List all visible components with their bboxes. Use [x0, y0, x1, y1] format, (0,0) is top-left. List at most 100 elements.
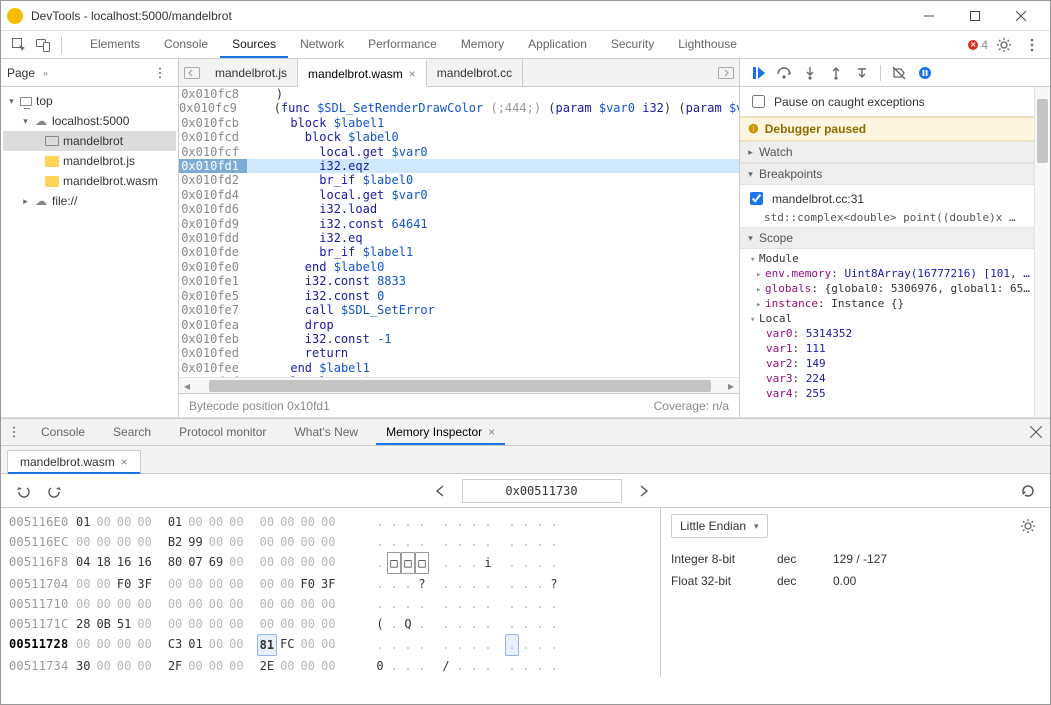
- scope-globals[interactable]: ▸globals: {global0: 5306976, global1: 65…: [740, 281, 1050, 296]
- close-icon[interactable]: ×: [488, 425, 495, 439]
- memory-hex-view[interactable]: 005116E0010000000100000000000000........…: [1, 508, 660, 677]
- memory-file-tab[interactable]: mandelbrot.wasm ×: [7, 450, 141, 473]
- tree-file-wasm[interactable]: mandelbrot.wasm: [3, 171, 176, 191]
- scope-section-header[interactable]: ▾Scope: [740, 227, 1050, 249]
- tree-file-mandelbrot[interactable]: mandelbrot: [3, 131, 176, 151]
- source-line[interactable]: 0x010feb i32.const -1: [179, 332, 739, 346]
- source-line[interactable]: 0x010fee end $label1: [179, 361, 739, 375]
- source-line[interactable]: 0x010fe5 i32.const 0: [179, 289, 739, 303]
- step-out-button[interactable]: [824, 61, 848, 85]
- drawer-tab[interactable]: What's New: [280, 419, 372, 445]
- history-back-button[interactable]: [179, 59, 205, 86]
- source-line[interactable]: 0x010fd1 i32.eqz: [179, 159, 739, 173]
- deactivate-breakpoints-button[interactable]: [887, 61, 911, 85]
- main-tab-application[interactable]: Application: [516, 31, 599, 58]
- close-icon[interactable]: ×: [121, 455, 128, 469]
- error-count-badge[interactable]: ✕ 4: [968, 38, 988, 52]
- hex-row[interactable]: 005117040000F03F000000000000F03F...?....…: [9, 574, 650, 594]
- drawer-close-button[interactable]: [1022, 419, 1050, 445]
- scope-local-var[interactable]: var3: 224: [740, 371, 1050, 386]
- main-tab-security[interactable]: Security: [599, 31, 666, 58]
- file-tab[interactable]: mandelbrot.cc: [427, 59, 523, 86]
- main-tab-elements[interactable]: Elements: [78, 31, 152, 58]
- scope-instance[interactable]: ▸instance: Instance {}: [740, 296, 1050, 311]
- breakpoints-section-header[interactable]: ▾Breakpoints: [740, 163, 1050, 185]
- source-line[interactable]: 0x010fe0 end $label0: [179, 260, 739, 274]
- memory-settings-button[interactable]: [1016, 514, 1040, 538]
- source-line[interactable]: 0x010fde br_if $label1: [179, 245, 739, 259]
- address-prev-button[interactable]: [428, 479, 452, 503]
- tree-file-js[interactable]: mandelbrot.js: [3, 151, 176, 171]
- step-over-button[interactable]: [772, 61, 796, 85]
- hex-row[interactable]: 0051171C280B51000000000000000000(.Q.....…: [9, 614, 650, 634]
- watch-section-header[interactable]: ▸Watch: [740, 141, 1050, 163]
- drawer-tab[interactable]: Memory Inspector ×: [372, 419, 509, 445]
- source-line[interactable]: 0x010fd4 local.get $var0: [179, 188, 739, 202]
- scope-local-var[interactable]: var0: 5314352: [740, 326, 1050, 341]
- close-icon[interactable]: ×: [409, 67, 416, 81]
- hex-row[interactable]: 00511734300000002F0000002E0000000.../...…: [9, 656, 650, 676]
- vertical-scrollbar[interactable]: [1034, 87, 1050, 417]
- main-tab-lighthouse[interactable]: Lighthouse: [666, 31, 749, 58]
- source-line[interactable]: 0x010fed return: [179, 346, 739, 360]
- source-line[interactable]: 0x010fc8 ): [179, 87, 739, 101]
- scope-local-var[interactable]: var1: 111: [740, 341, 1050, 356]
- navigator-more-button[interactable]: [148, 61, 172, 85]
- history-forward-button[interactable]: [713, 59, 739, 86]
- endianness-selector[interactable]: Little Endian ▾: [671, 514, 768, 538]
- breakpoint-checkbox[interactable]: [750, 192, 763, 205]
- source-line[interactable]: 0x010fd9 i32.const 64641: [179, 217, 739, 231]
- source-line[interactable]: 0x010fe7 call $SDL_SetError: [179, 303, 739, 317]
- scroll-right-button[interactable]: ▸: [723, 378, 739, 394]
- main-tab-performance[interactable]: Performance: [356, 31, 449, 58]
- scrollbar-thumb[interactable]: [209, 380, 711, 392]
- hex-row[interactable]: 005116E0010000000100000000000000........…: [9, 512, 650, 532]
- file-tab[interactable]: mandelbrot.js: [205, 59, 298, 86]
- drawer-more-button[interactable]: [1, 419, 27, 445]
- tree-origin[interactable]: ▾ ☁ localhost:5000: [3, 111, 176, 131]
- undo-button[interactable]: [11, 479, 35, 503]
- source-line[interactable]: 0x010fe1 i32.const 8833: [179, 274, 739, 288]
- more-menu-button[interactable]: [1020, 33, 1044, 57]
- main-tab-network[interactable]: Network: [288, 31, 356, 58]
- source-line[interactable]: 0x010fd2 br_if $label0: [179, 173, 739, 187]
- scope-env-memory[interactable]: ▸env.memory: Uint8Array(16777216) [101, …: [740, 266, 1050, 281]
- file-tab[interactable]: mandelbrot.wasm×: [298, 59, 427, 87]
- window-maximize-button[interactable]: [952, 1, 998, 31]
- drawer-tab[interactable]: Console: [27, 419, 99, 445]
- scope-module-row[interactable]: ▾Module: [740, 251, 1050, 266]
- source-line[interactable]: 0x010fea drop: [179, 318, 739, 332]
- pause-on-caught-checkbox[interactable]: [752, 95, 765, 108]
- window-minimize-button[interactable]: [906, 1, 952, 31]
- scrollbar-thumb[interactable]: [1037, 99, 1048, 163]
- scope-local-var[interactable]: var4: 255: [740, 386, 1050, 401]
- pause-on-exceptions-button[interactable]: [913, 61, 937, 85]
- hex-row[interactable]: 005116EC00000000B299000000000000........…: [9, 532, 650, 552]
- device-toolbar-button[interactable]: [31, 33, 55, 57]
- hex-row[interactable]: 0051172800000000C301000081FC0000........…: [9, 634, 650, 656]
- hex-row[interactable]: 005116F8041816168007690000000000.□□□...i…: [9, 552, 650, 574]
- main-tab-sources[interactable]: Sources: [220, 31, 288, 58]
- source-line[interactable]: 0x010fdd i32.eq: [179, 231, 739, 245]
- window-close-button[interactable]: [998, 1, 1044, 31]
- source-line[interactable]: 0x010fcf local.get $var0: [179, 145, 739, 159]
- inspect-element-button[interactable]: [7, 33, 31, 57]
- drawer-tab[interactable]: Search: [99, 419, 165, 445]
- refresh-button[interactable]: [1016, 479, 1040, 503]
- navigator-selector[interactable]: Page »: [7, 66, 48, 80]
- source-line[interactable]: 0x010fcd block $label0: [179, 130, 739, 144]
- scroll-left-button[interactable]: ◂: [179, 378, 195, 394]
- hex-row[interactable]: 00511710000000000000000000000000........…: [9, 594, 650, 614]
- scope-local-var[interactable]: var2: 149: [740, 356, 1050, 371]
- source-line[interactable]: 0x010fd6 i32.load: [179, 202, 739, 216]
- tree-top[interactable]: ▾ top: [3, 91, 176, 111]
- settings-button[interactable]: [992, 33, 1016, 57]
- main-tab-memory[interactable]: Memory: [449, 31, 516, 58]
- source-line[interactable]: 0x010fc9 (func $SDL_SetRenderDrawColor (…: [179, 101, 739, 115]
- address-input[interactable]: [462, 479, 622, 503]
- tree-file-proto[interactable]: ▸ ☁ file://: [3, 191, 176, 211]
- address-next-button[interactable]: [632, 479, 656, 503]
- main-tab-console[interactable]: Console: [152, 31, 220, 58]
- source-line[interactable]: 0x010fcb block $label1: [179, 116, 739, 130]
- redo-button[interactable]: [43, 479, 67, 503]
